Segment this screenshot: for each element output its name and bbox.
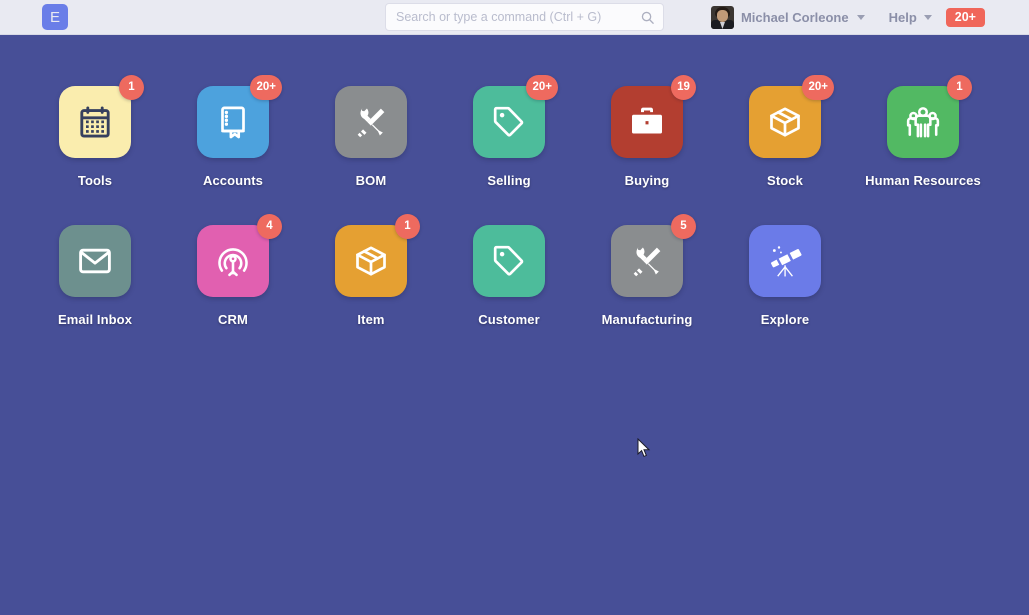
app-icon-wrapper: 1	[59, 75, 144, 158]
app-tile-human-resources[interactable]: 1 Human Resources	[854, 75, 992, 225]
app-icon-wrapper: 20+	[749, 75, 834, 158]
app-tile-accounts[interactable]: 20+ Accounts	[164, 75, 302, 225]
user-name-label: Michael Corleone	[740, 10, 849, 25]
box-icon	[335, 225, 407, 297]
app-tile-item[interactable]: 1 Item	[302, 214, 440, 364]
app-icon-wrapper: 19	[611, 75, 696, 158]
app-tile-label: Accounts	[202, 173, 264, 188]
app-tile-label: Tools	[77, 173, 113, 188]
app-icon-wrapper	[749, 225, 821, 297]
app-tile-label: Buying	[624, 173, 670, 188]
app-count-badge: 20+	[250, 75, 282, 100]
search-input[interactable]	[396, 10, 640, 24]
app-icon-wrapper: 4	[197, 214, 282, 297]
app-count-badge: 1	[947, 75, 972, 100]
envelope-icon	[59, 225, 131, 297]
briefcase-icon	[611, 86, 683, 158]
app-tile-manufacturing[interactable]: 5 Manufacturing	[578, 214, 716, 364]
app-count-badge: 1	[395, 214, 420, 239]
app-tile-crm[interactable]: 4 CRM	[164, 214, 302, 364]
crm-broadcast-icon	[197, 225, 269, 297]
avatar	[710, 6, 734, 29]
app-icon-wrapper	[59, 225, 131, 297]
app-tile-buying[interactable]: 19 Buying	[578, 75, 716, 225]
app-tile-label: Explore	[760, 312, 810, 327]
app-tile-label: Item	[357, 312, 385, 327]
tag-icon	[473, 225, 545, 297]
app-count-badge: 1	[119, 75, 144, 100]
app-tile-label: Human Resources	[865, 173, 981, 188]
navbar-right-group: Michael Corleone Help 20+	[710, 0, 985, 35]
app-icon-wrapper: 1	[887, 75, 972, 158]
people-group-icon	[887, 86, 959, 158]
tools-icon	[611, 225, 683, 297]
app-tile-label: Stock	[767, 173, 803, 188]
app-tile-tools[interactable]: 1 Tools	[26, 75, 164, 225]
app-count-badge: 20+	[802, 75, 834, 100]
app-icon-wrapper: 5	[611, 214, 696, 297]
app-count-badge: 19	[671, 75, 696, 100]
app-icon-wrapper	[473, 225, 545, 297]
app-tile-label: Manufacturing	[601, 312, 693, 327]
user-menu[interactable]: Michael Corleone	[710, 6, 875, 29]
app-tile-label: BOM	[355, 173, 387, 188]
app-count-badge: 20+	[526, 75, 558, 100]
calendar-icon	[59, 86, 131, 158]
telescope-icon	[749, 225, 821, 297]
tools-icon	[335, 86, 407, 158]
app-tile-label: Selling	[487, 173, 531, 188]
app-icon-wrapper: 20+	[197, 75, 282, 158]
chevron-down-icon	[856, 15, 865, 20]
app-tile-email-inbox[interactable]: Email Inbox	[26, 225, 164, 364]
app-icon-wrapper: 20+	[473, 75, 558, 158]
app-tile-selling[interactable]: 20+ Selling	[440, 75, 578, 225]
app-tile-label: Customer	[478, 312, 540, 327]
help-label: Help	[888, 10, 917, 25]
app-tile-label: CRM	[218, 312, 248, 327]
top-navbar: E Michael Corleone Help 20+	[0, 0, 1029, 35]
notification-badge[interactable]: 20+	[945, 7, 985, 28]
app-count-badge: 4	[257, 214, 282, 239]
erpnext-logo[interactable]: E	[42, 4, 68, 30]
chevron-down-icon	[923, 15, 932, 20]
search-bar[interactable]	[385, 3, 664, 31]
app-grid: 1 Tools 20+ Accounts BOM 20+ Selling 19 Buying 20…	[26, 75, 1006, 364]
erpnext-logo-text: E	[49, 8, 60, 26]
help-menu[interactable]: Help	[875, 10, 946, 25]
app-tile-explore[interactable]: Explore	[716, 225, 854, 364]
search-icon	[641, 11, 654, 24]
desktop-background: 1 Tools 20+ Accounts BOM 20+ Selling 19 Buying 20…	[0, 35, 1029, 615]
mouse-cursor	[637, 438, 651, 458]
app-icon-wrapper: 1	[335, 214, 420, 297]
app-tile-stock[interactable]: 20+ Stock	[716, 75, 854, 225]
app-icon-wrapper	[335, 86, 407, 158]
app-count-badge: 5	[671, 214, 696, 239]
app-tile-label: Email Inbox	[57, 312, 133, 327]
app-tile-customer[interactable]: Customer	[440, 225, 578, 364]
app-tile-bom[interactable]: BOM	[302, 86, 440, 225]
